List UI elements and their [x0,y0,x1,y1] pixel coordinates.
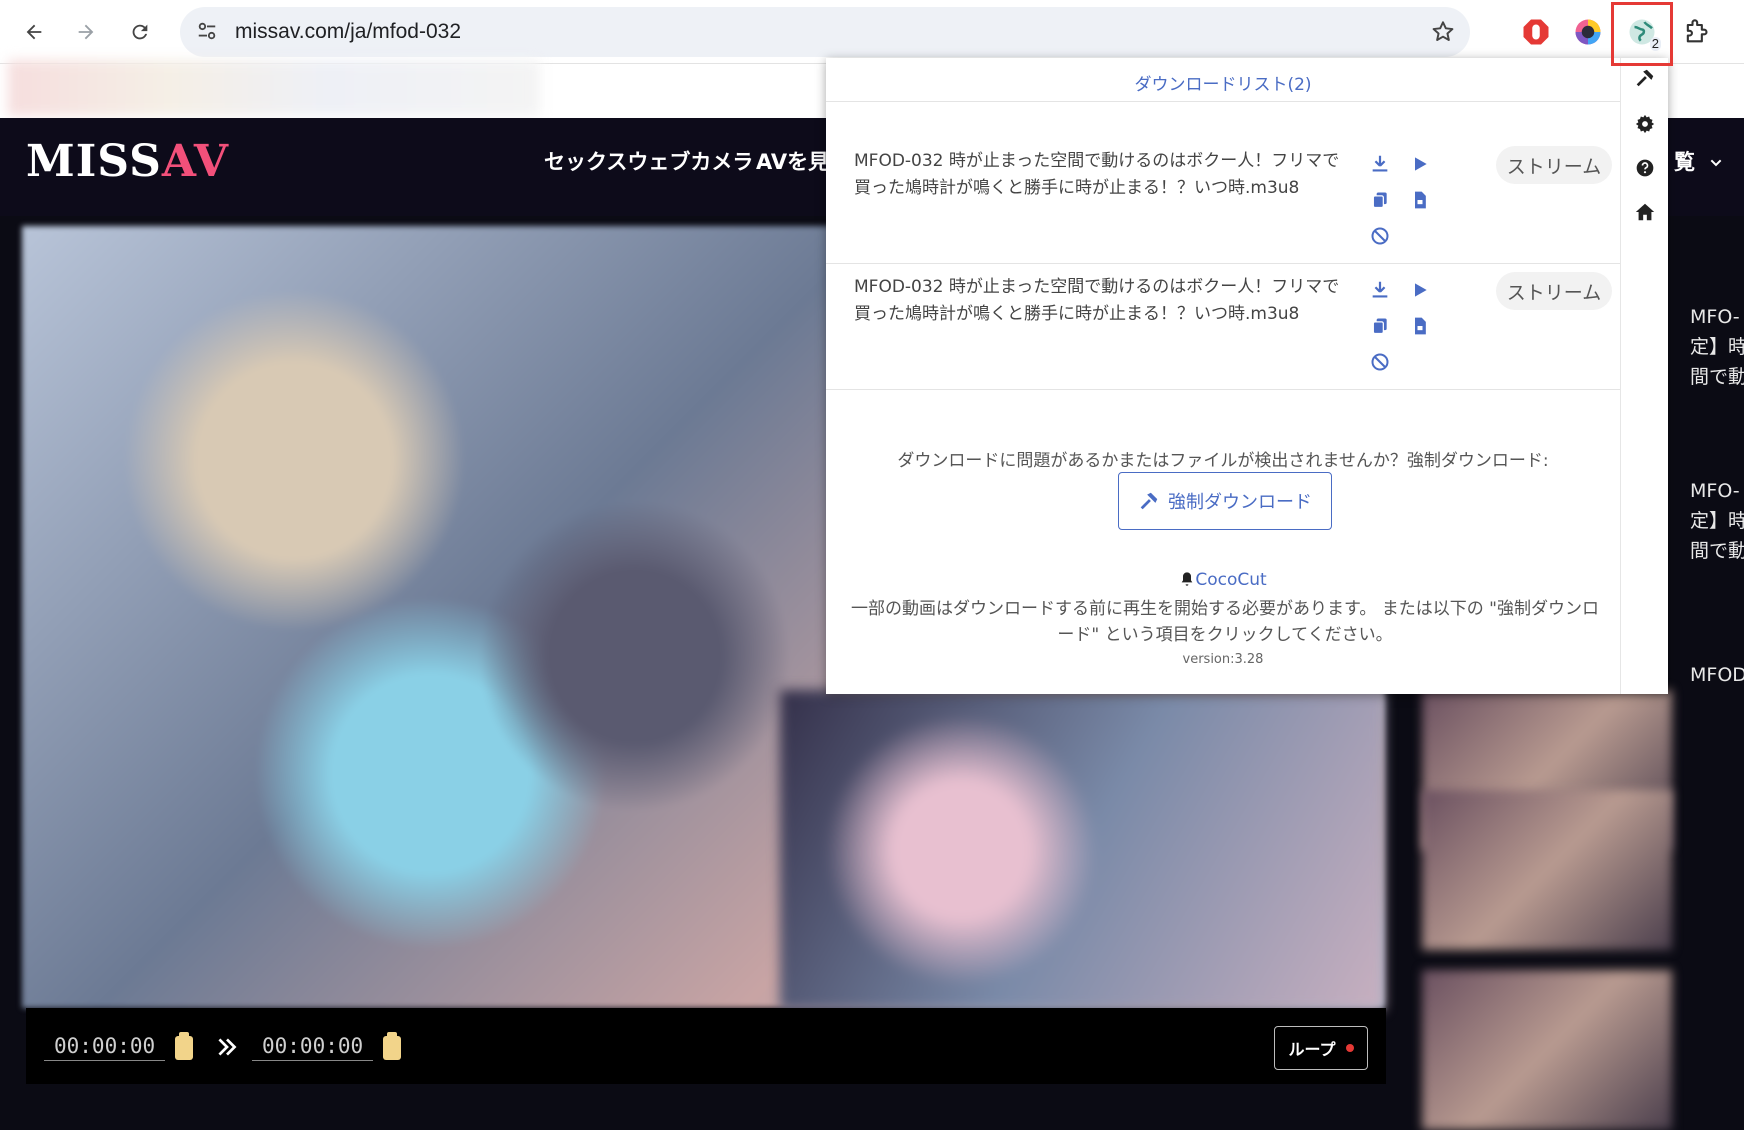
site-settings-icon[interactable] [196,20,218,46]
related-video-thumbnail[interactable] [1422,790,1672,950]
nav-list-label: 覧 [1674,150,1695,174]
puzzle-piece-icon [1686,19,1708,43]
extension-adblock-button[interactable] [1514,10,1558,54]
related-title-1[interactable]: MFO- 定】時 間で動 [1690,302,1744,392]
related-title-line: MFO- [1690,480,1740,502]
related-title-3[interactable]: MFOD [1690,660,1744,690]
download-list-popup: ダウンロードリスト(2) MFOD-032 時が止まった空間で動けるのはボクー人… [826,58,1668,694]
play-icon[interactable] [1408,278,1432,302]
play-icon[interactable] [1408,152,1432,176]
download-icon[interactable] [1368,278,1392,302]
nav-link-list[interactable]: 覧 [1674,146,1724,176]
related-title-line: 定】時 [1690,336,1744,358]
loop-status-dot [1345,1044,1354,1052]
back-button[interactable] [16,14,52,50]
related-title-line: 定】時 [1690,510,1744,532]
popup-title: ダウンロードリスト(2) [1134,75,1312,95]
version-label: version:3.28 [1182,652,1264,667]
extension-color-button[interactable] [1566,10,1610,54]
brand-name: CocoCut [1195,570,1267,590]
loop-button[interactable]: ループ [1274,1026,1368,1070]
home-icon[interactable] [1633,200,1657,224]
chevron-down-icon [1710,159,1722,167]
forward-arrow-icon [78,24,94,40]
divider [826,101,1620,102]
browser-toolbar: missav.com/ja/mfod-032 2 [0,0,1744,64]
nav-link-av[interactable]: AVを見 [756,146,829,176]
back-arrow-icon [26,24,42,40]
clipboard-icon[interactable] [175,1032,193,1060]
related-title-2[interactable]: MFO- 定】時 間で動 [1690,476,1744,566]
brand-link[interactable]: CocoCut [826,570,1620,590]
related-title-line: MFO- [1690,306,1740,328]
block-icon[interactable] [1368,224,1392,248]
end-time-field[interactable]: 00:00:00 [252,1032,374,1061]
force-download-question: ダウンロードに問題があるかまたはファイルが検出されませんか？強制ダウンロード: [897,451,1549,471]
stream-button[interactable]: ストリーム [1496,272,1612,310]
related-video-thumbnail[interactable] [1422,970,1672,1130]
logo-accent-text: AV [161,136,229,187]
stream-button[interactable]: ストリーム [1496,146,1612,184]
site-logo[interactable]: MISSAV [26,136,229,187]
popup-main-panel: ダウンロードリスト(2) MFOD-032 時が止まった空間で動けるのはボクー人… [826,58,1620,694]
force-download-label: 強制ダウンロード [1168,492,1312,513]
download-icon[interactable] [1368,152,1392,176]
extensions-menu-button[interactable] [1674,10,1718,54]
hammer-icon [1140,492,1158,510]
divider [826,263,1620,264]
related-title-line: 間で動 [1690,540,1744,562]
related-title-line: 間で動 [1690,366,1744,388]
logo-main-text: MISS [26,136,162,187]
blurred-bookmarks [8,60,540,116]
nav-link-webcam[interactable]: セックスウェブカメラ [544,146,753,176]
video-blur-region [780,690,1384,1010]
hammer-icon[interactable] [1633,66,1657,90]
url-text[interactable]: missav.com/ja/mfod-032 [235,20,461,44]
double-chevron-right-icon[interactable] [214,1034,240,1064]
color-wheel-icon [1575,19,1601,45]
force-download-button[interactable]: 強制ダウンロード [1118,472,1332,530]
popup-side-toolbar [1620,58,1668,694]
forward-button[interactable] [68,14,104,50]
loop-label: ループ [1288,1040,1336,1059]
start-time-field[interactable]: 00:00:00 [44,1032,166,1061]
file-info-icon[interactable] [1408,314,1432,338]
extension-highlight-box [1611,2,1673,66]
download-item-title: MFOD-032 時が止まった空間で動けるのはボクー人！フリマで買った鳩時計が鳴… [854,277,1340,324]
file-info-icon[interactable] [1408,188,1432,212]
stop-hand-icon [1523,19,1549,45]
copy-icon[interactable] [1368,314,1392,338]
address-bar[interactable]: missav.com/ja/mfod-032 [180,7,1470,57]
gear-icon[interactable] [1633,112,1657,136]
reload-icon [132,24,148,40]
help-note: 一部の動画はダウンロードする前に再生を開始する必要があります。 または以下の "… [851,599,1599,645]
bookmark-star-icon[interactable] [1430,19,1456,49]
related-title-line: MFOD [1690,664,1744,686]
clipboard-icon[interactable] [383,1032,401,1060]
bell-icon [1181,572,1193,586]
divider [826,389,1620,390]
help-icon[interactable] [1633,156,1657,180]
copy-icon[interactable] [1368,188,1392,212]
download-item-title: MFOD-032 時が止まった空間で動けるのはボクー人！フリマで買った鳩時計が鳴… [854,151,1340,198]
block-icon[interactable] [1368,350,1392,374]
reload-button[interactable] [122,14,158,50]
